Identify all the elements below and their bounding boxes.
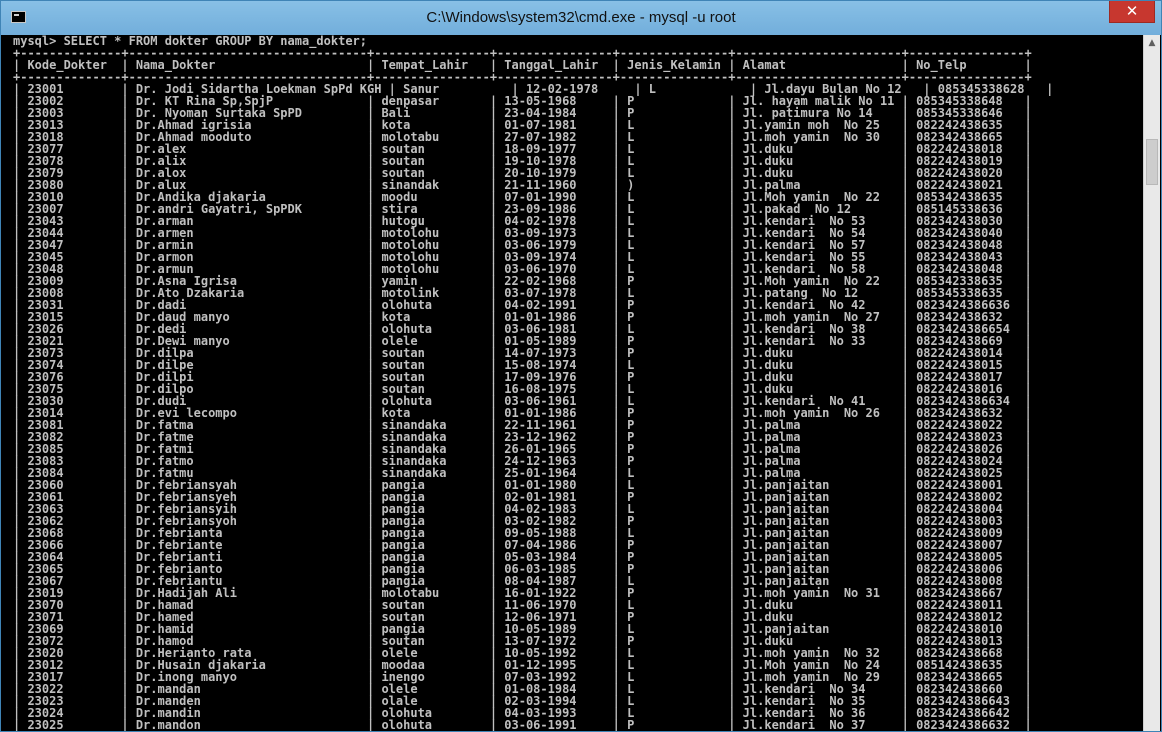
scroll-up-icon[interactable]: ▲ <box>1144 35 1160 52</box>
window-title: C:\Windows\system32\cmd.exe - mysql -u r… <box>426 9 736 26</box>
console-text: mysql> SELECT * FROM dokter GROUP BY nam… <box>9 35 1135 731</box>
cmd-window: C:\Windows\system32\cmd.exe - mysql -u r… <box>0 0 1162 732</box>
close-button[interactable]: ✕ <box>1109 1 1155 23</box>
console-output[interactable]: mysql> SELECT * FROM dokter GROUP BY nam… <box>9 35 1135 731</box>
result-table: +--------------+------------------------… <box>13 46 1053 732</box>
table-row: | 23025 | Dr.mandon | olohuta | 03-06-19… <box>13 718 1032 732</box>
scroll-thumb[interactable] <box>1146 139 1158 185</box>
vertical-scrollbar[interactable]: ▲ <box>1143 35 1160 731</box>
title-bar[interactable]: C:\Windows\system32\cmd.exe - mysql -u r… <box>1 1 1161 35</box>
